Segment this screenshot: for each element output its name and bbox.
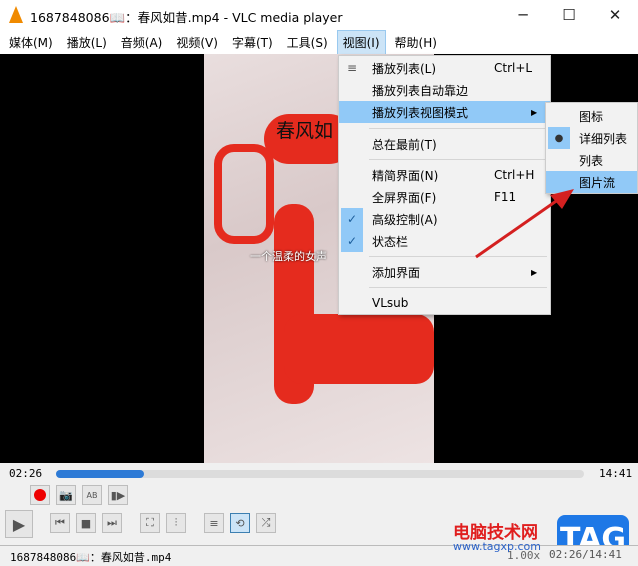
window-title: 1687848086📖：春风如昔.mp4 - VLC media player: [30, 10, 343, 25]
menu-subtitle[interactable]: 字幕(T): [227, 31, 278, 54]
stop-button[interactable]: ■: [76, 513, 96, 533]
previous-icon: ⏮: [55, 516, 65, 529]
ab-loop-button[interactable]: AB: [82, 485, 102, 505]
vlc-cone-icon: [9, 6, 23, 23]
menu-item-playlist-view-mode[interactable]: 播放列表视图模式 ▶: [339, 101, 550, 123]
extended-settings-button[interactable]: ⫶: [166, 513, 186, 533]
menu-help[interactable]: 帮助(H): [390, 31, 442, 54]
status-bar: 1687848086📖：春风如昔.mp4 1.00x: [0, 545, 638, 566]
maximize-button[interactable]: ☐: [546, 0, 592, 30]
fullscreen-button[interactable]: ⛶: [140, 513, 160, 533]
frame-step-icon: ▮▶: [110, 488, 126, 502]
next-icon: ⏭: [107, 516, 117, 529]
submenu-item-list[interactable]: 列表: [546, 149, 637, 171]
ab-loop-icon: AB: [86, 490, 98, 500]
next-button[interactable]: ⏭: [102, 513, 122, 533]
frame-step-button[interactable]: ▮▶: [108, 485, 128, 505]
menu-bar: 媒体(M) 播放(L) 音频(A) 视频(V) 字幕(T) 工具(S) 视图(I…: [0, 29, 638, 55]
fullscreen-icon: ⛶: [146, 516, 154, 529]
submenu-item-detailed-list[interactable]: ● 详细列表: [546, 127, 637, 149]
status-time: 02:26/14:41: [548, 548, 623, 561]
title-bar: 1687848086📖：春风如昔.mp4 - VLC media player …: [0, 0, 638, 30]
playlist-button[interactable]: ≡: [204, 513, 224, 533]
playlist-icon: ≡: [209, 516, 219, 530]
menu-item-always-on-top[interactable]: 总在最前(T): [339, 133, 550, 155]
annotation-arrow: [475, 189, 574, 259]
view-mode-submenu: 图标 ● 详细列表 列表 图片流: [545, 102, 638, 194]
previous-button[interactable]: ⏮: [50, 513, 70, 533]
equalizer-icon: ⫶: [174, 516, 178, 529]
snapshot-button[interactable]: 📷: [56, 485, 76, 505]
video-subtitle: 一个温柔的女声: [250, 250, 327, 263]
record-button[interactable]: [30, 485, 50, 505]
submenu-item-icons[interactable]: 图标: [546, 105, 637, 127]
play-icon: ▶: [12, 514, 26, 534]
seek-progress: [56, 470, 144, 478]
menu-item-playlist[interactable]: ≡ 播放列表(L) Ctrl+L: [339, 57, 550, 79]
checkmark-icon: ✓: [341, 230, 363, 252]
record-icon: [34, 489, 46, 501]
minimize-button[interactable]: ─: [500, 0, 546, 30]
menu-video[interactable]: 视频(V): [171, 31, 223, 54]
submenu-arrow-icon: ▶: [531, 107, 538, 117]
playlist-icon: ≡: [347, 61, 358, 75]
stop-icon: ■: [80, 516, 92, 530]
elapsed-time: 02:26: [9, 467, 43, 480]
menu-item-vlsub[interactable]: VLsub: [339, 292, 550, 314]
loop-button[interactable]: ⟲: [230, 513, 250, 533]
status-filename: 1687848086📖：春风如昔.mp4: [10, 551, 172, 564]
menu-item-playlist-dock[interactable]: 播放列表自动靠边: [339, 79, 550, 101]
watermark-url: www.tagxp.com: [453, 540, 541, 553]
seek-bar[interactable]: [56, 470, 584, 478]
loop-icon: ⟲: [235, 516, 245, 530]
video-caption-title: 春风如: [276, 120, 334, 142]
close-button[interactable]: ✕: [592, 0, 638, 30]
submenu-arrow-icon: ▶: [531, 267, 538, 277]
play-button[interactable]: ▶: [5, 510, 33, 538]
menu-media[interactable]: 媒体(M): [4, 31, 58, 54]
menu-audio[interactable]: 音频(A): [116, 31, 168, 54]
shuffle-button[interactable]: ⤮: [256, 513, 276, 533]
checkmark-icon: ✓: [341, 208, 363, 230]
menu-tools[interactable]: 工具(S): [282, 31, 333, 54]
menu-view[interactable]: 视图(I): [336, 29, 386, 55]
camera-icon: 📷: [59, 488, 73, 502]
shuffle-icon: ⤮: [261, 516, 271, 529]
total-time: 14:41: [599, 467, 633, 480]
menu-item-minimal-interface[interactable]: 精简界面(N) Ctrl+H: [339, 164, 550, 186]
menu-playback[interactable]: 播放(L): [62, 31, 112, 54]
radio-dot-icon: ●: [548, 127, 570, 149]
